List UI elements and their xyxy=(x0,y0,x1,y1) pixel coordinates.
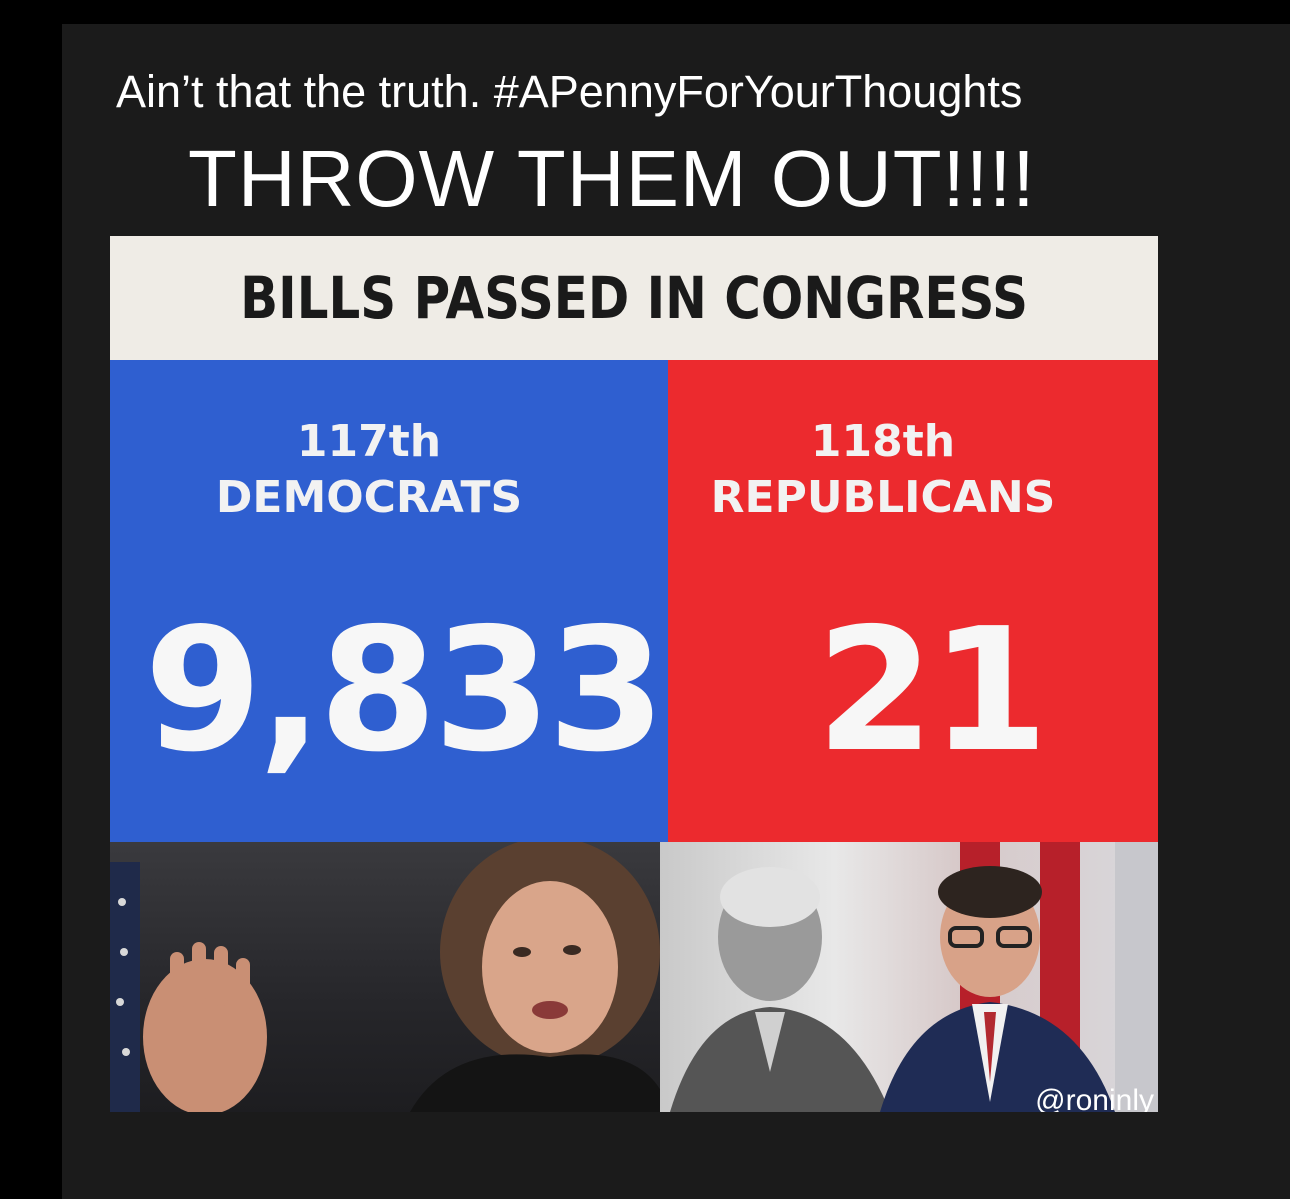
democrats-session: 117th xyxy=(296,416,442,467)
photo-right: @roninly xyxy=(660,842,1158,1112)
meme-title: BILLS PASSED IN CONGRESS xyxy=(240,264,1028,332)
meme-image: BILLS PASSED IN CONGRESS 117th DEMOCRATS… xyxy=(110,236,1158,1112)
watermark: @roninly xyxy=(1035,1084,1154,1112)
person-photo-right xyxy=(670,842,1158,1112)
person-photo-left xyxy=(110,842,660,1112)
democrats-panel: 117th DEMOCRATS 9,833 xyxy=(110,360,668,842)
democrats-count: 9,833 xyxy=(144,592,666,790)
photo-left xyxy=(110,842,660,1112)
meme-title-band: BILLS PASSED IN CONGRESS xyxy=(110,236,1158,360)
republicans-session: 118th xyxy=(810,416,956,467)
post-headline: THROW THEM OUT!!!! xyxy=(188,134,1036,223)
republicans-label: REPUBLICANS xyxy=(710,472,1056,523)
republicans-panel: 118th REPUBLICANS 21 xyxy=(668,360,1158,842)
post-caption: Ain’t that the truth. #APennyForYourThou… xyxy=(116,66,1023,117)
republicans-count: 21 xyxy=(816,592,1049,790)
democrats-label: DEMOCRATS xyxy=(215,472,523,523)
photos-strip: @roninly xyxy=(110,842,1158,1112)
